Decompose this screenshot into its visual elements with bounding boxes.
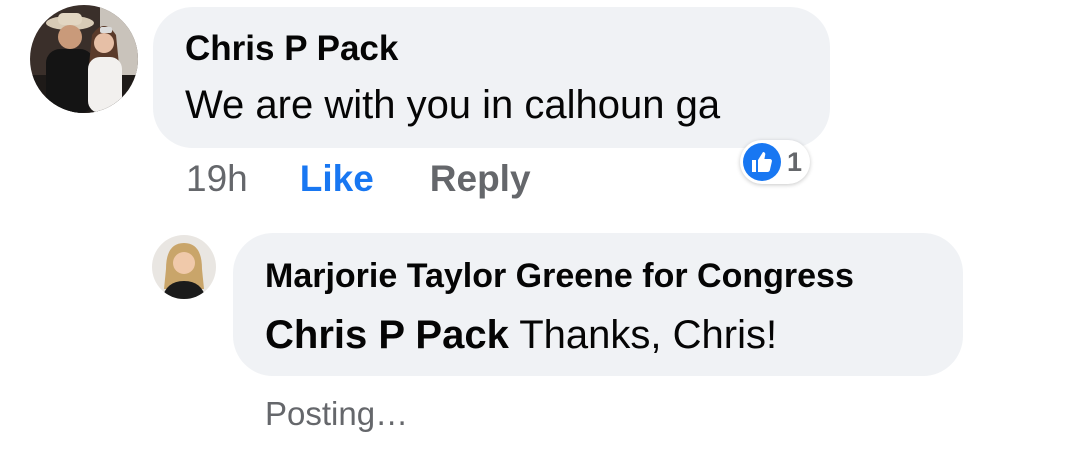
- like-button[interactable]: Like: [300, 158, 374, 200]
- reply-author[interactable]: Marjorie Taylor Greene for Congress: [265, 257, 854, 296]
- reply-message: Thanks, Chris!: [508, 313, 778, 357]
- comment-thread: Chris P Pack We are with you in calhoun …: [0, 0, 1080, 460]
- reaction-summary[interactable]: 1: [740, 140, 811, 184]
- reply-avatar[interactable]: [152, 235, 216, 299]
- avatar[interactable]: [30, 5, 138, 113]
- comment-author[interactable]: Chris P Pack: [185, 29, 398, 69]
- posting-status: Posting…: [265, 395, 409, 432]
- profile-photo-icon: [30, 5, 138, 113]
- thumbs-up-icon: [743, 143, 781, 181]
- comment-timestamp[interactable]: 19h: [186, 158, 248, 200]
- comment-actions: 19h Like Reply: [186, 154, 531, 204]
- reply-button[interactable]: Reply: [430, 158, 531, 200]
- comment-bubble: Chris P Pack We are with you in calhoun …: [153, 7, 830, 148]
- comment-text: We are with you in calhoun ga: [185, 83, 721, 127]
- reply-text: Chris P Pack Thanks, Chris!: [265, 313, 777, 358]
- reply-mention[interactable]: Chris P Pack: [265, 313, 509, 357]
- reaction-count: 1: [787, 146, 803, 177]
- reply-bubble: Marjorie Taylor Greene for Congress Chri…: [233, 233, 963, 376]
- profile-photo-icon: [152, 235, 216, 299]
